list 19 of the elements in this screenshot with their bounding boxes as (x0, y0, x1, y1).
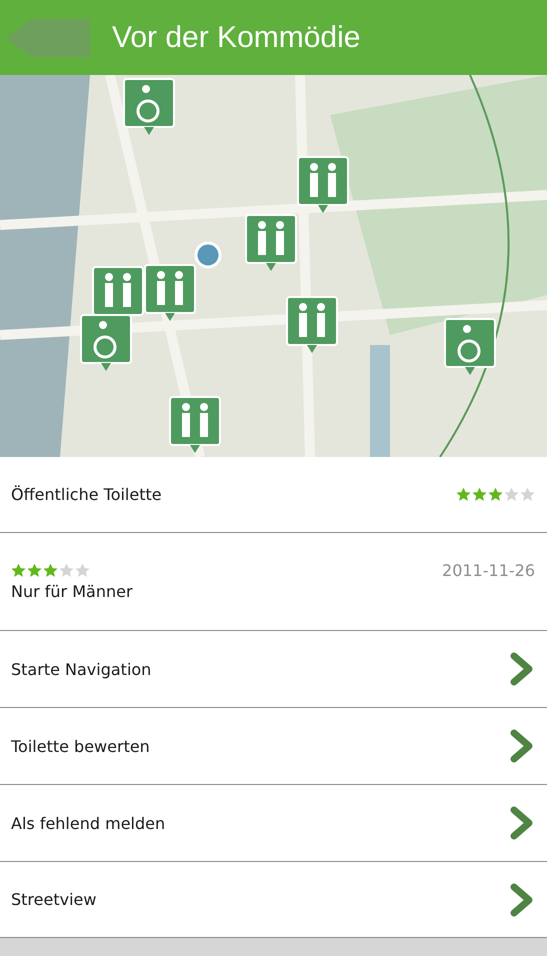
star-icon (11, 562, 26, 578)
place-type: Öffentliche Toilette (11, 485, 162, 504)
star-icon (456, 487, 471, 502)
star-icon (75, 562, 90, 578)
chevron-icon (509, 652, 535, 686)
review-date: 2011-11-26 (442, 561, 535, 580)
review-text: Nur für Männer (11, 582, 133, 600)
page-title: Vor der Kommödie (112, 20, 360, 54)
star-icon (504, 487, 519, 502)
star-icon (472, 487, 487, 502)
star-icon (59, 562, 74, 578)
chevron-icon (509, 806, 535, 840)
chevron-icon (509, 882, 535, 916)
star-icon (43, 562, 58, 578)
star-icon (520, 487, 535, 502)
chevron-icon (509, 729, 535, 763)
star-icon (488, 487, 503, 502)
star-icon (27, 562, 42, 578)
back-button[interactable] (6, 18, 90, 56)
